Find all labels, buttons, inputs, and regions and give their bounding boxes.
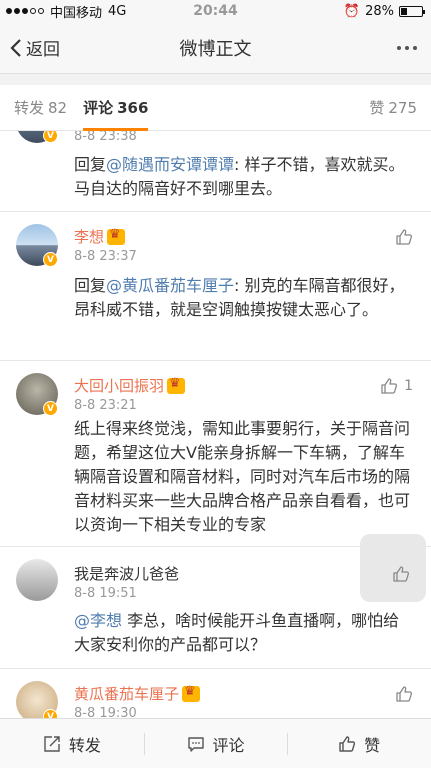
mention-link[interactable]: @黄瓜番茄车厘子 bbox=[106, 276, 234, 295]
author-name: 大回小回振羽 bbox=[74, 377, 165, 395]
like-button[interactable] bbox=[395, 228, 413, 246]
like-thumb-icon bbox=[393, 566, 410, 582]
verified-badge-icon: V bbox=[43, 401, 58, 416]
author-name: 李想 bbox=[74, 228, 105, 246]
tab-bar: 转发 82 评论 366 赞 275 bbox=[0, 85, 431, 131]
comment-list[interactable]: V 8-8 23:38 回复@随遇而安谭谭谭: 样子不错，喜欢就买。马自达的隔音… bbox=[0, 131, 431, 718]
like-thumb-icon bbox=[396, 686, 413, 702]
comment-author[interactable]: 李想 bbox=[74, 226, 126, 247]
comment-text: @李想 李总，啥时候能开斗鱼直播啊，哪怕给大家安利你的产品都可以？ bbox=[74, 609, 413, 657]
member-crown-icon bbox=[107, 227, 126, 245]
comment-author[interactable]: 我是奔波儿爸爸 bbox=[74, 563, 179, 584]
comment-time: 8-8 23:21 bbox=[74, 398, 137, 413]
comment-text: 回复@黄瓜番茄车厘子: 别克的车隔音都很好，昂科威不错，就是空调触摸按键太恶心了… bbox=[74, 274, 413, 322]
like-button-toolbar[interactable]: 赞 bbox=[287, 719, 431, 768]
network-label: 4G bbox=[108, 3, 127, 19]
tab-comments-count: 366 bbox=[117, 98, 149, 117]
floating-like-button[interactable] bbox=[360, 534, 426, 602]
comment-time: 8-8 19:30 bbox=[74, 706, 137, 718]
status-bar: 中国移动 4G 20:44 ⏰ 28% bbox=[0, 0, 431, 22]
comment-button[interactable]: 评论 bbox=[143, 719, 288, 768]
comment-item: V 8-8 23:38 回复@随遇而安谭谭谭: 样子不错，喜欢就买。马自达的隔音… bbox=[0, 131, 431, 212]
like-button[interactable]: 1 bbox=[380, 377, 413, 395]
verified-badge-icon: V bbox=[43, 252, 58, 267]
carrier-label: 中国移动 bbox=[50, 5, 103, 21]
comment-author[interactable]: 黄瓜番茄车厘子 bbox=[74, 683, 201, 704]
back-chevron-icon bbox=[10, 38, 21, 57]
tab-likes-count: 275 bbox=[388, 98, 417, 117]
like-thumb-icon bbox=[381, 378, 398, 394]
member-crown-icon bbox=[167, 376, 186, 394]
comment-time: 8-8 23:38 bbox=[74, 131, 137, 144]
like-thumb-icon bbox=[339, 735, 356, 752]
comment-author[interactable]: 大回小回振羽 bbox=[74, 375, 186, 396]
tab-reposts[interactable]: 转发 82 bbox=[0, 85, 75, 131]
like-count: 1 bbox=[404, 378, 413, 394]
tab-likes[interactable]: 赞 275 bbox=[361, 85, 431, 131]
author-name: 黄瓜番茄车厘子 bbox=[74, 685, 180, 703]
repost-label: 转发 bbox=[68, 735, 101, 755]
battery-icon bbox=[399, 5, 425, 17]
comment-body: 李总，啥时候能开斗鱼直播啊，哪怕给大家安利你的产品都可以？ bbox=[74, 611, 400, 654]
comment-label: 评论 bbox=[212, 735, 245, 755]
navigation-bar: 返回 微博正文 bbox=[0, 22, 431, 74]
tab-comments[interactable]: 评论 366 bbox=[75, 85, 156, 131]
author-name: 我是奔波儿爸爸 bbox=[74, 565, 180, 583]
more-icon[interactable] bbox=[397, 45, 431, 50]
repost-button[interactable]: 转发 bbox=[0, 719, 144, 768]
like-button[interactable] bbox=[395, 685, 413, 703]
reply-prefix: 回复 bbox=[74, 155, 107, 174]
tab-comments-label: 评论 bbox=[83, 99, 114, 117]
like-thumb-icon bbox=[396, 229, 413, 245]
comment-text: 纸上得来终觉浅，需知此事要躬行，关于隔音问题，希望这位大V能亲身拆解一下车辆，了… bbox=[74, 419, 411, 534]
comment-time: 8-8 19:51 bbox=[74, 586, 137, 601]
alarm-icon: ⏰ bbox=[343, 3, 361, 19]
back-button[interactable]: 返回 bbox=[0, 35, 60, 60]
page-title: 微博正文 bbox=[179, 38, 252, 60]
like-label: 赞 bbox=[364, 735, 381, 755]
repost-icon bbox=[44, 735, 60, 752]
comment-time: 8-8 23:37 bbox=[74, 249, 137, 264]
tab-reposts-label: 转发 bbox=[14, 99, 45, 117]
back-label: 返回 bbox=[26, 40, 60, 60]
comment-item: V 黄瓜番茄车厘子 8-8 19:30 bbox=[0, 669, 431, 718]
battery-percent: 28% bbox=[365, 3, 394, 19]
avatar[interactable] bbox=[16, 559, 58, 601]
tab-likes-label: 赞 bbox=[369, 99, 385, 117]
member-crown-icon bbox=[182, 684, 201, 702]
reply-prefix: 回复 bbox=[74, 276, 107, 295]
comment-item: V 大回小回振羽 8-8 23:21 1 纸上得来终觉浅，需知此事要躬行，关于隔… bbox=[0, 361, 431, 547]
bottom-toolbar: 转发 评论 赞 bbox=[0, 718, 431, 768]
verified-badge-icon: V bbox=[43, 709, 58, 718]
comment-icon bbox=[187, 736, 204, 752]
signal-strength-icon bbox=[6, 8, 44, 14]
comment-text: 回复@随遇而安谭谭谭: 样子不错，喜欢就买。马自达的隔音好不到哪里去。 bbox=[74, 153, 413, 201]
comment-item: V 李想 8-8 23:37 回复@黄瓜番茄车厘子: 别克的车隔音都很好，昂科威… bbox=[0, 212, 431, 361]
verified-badge-icon: V bbox=[43, 131, 58, 143]
mention-link[interactable]: @李想 bbox=[74, 611, 122, 630]
mention-link[interactable]: @随遇而安谭谭谭 bbox=[106, 155, 234, 174]
tab-reposts-count: 82 bbox=[48, 98, 68, 117]
